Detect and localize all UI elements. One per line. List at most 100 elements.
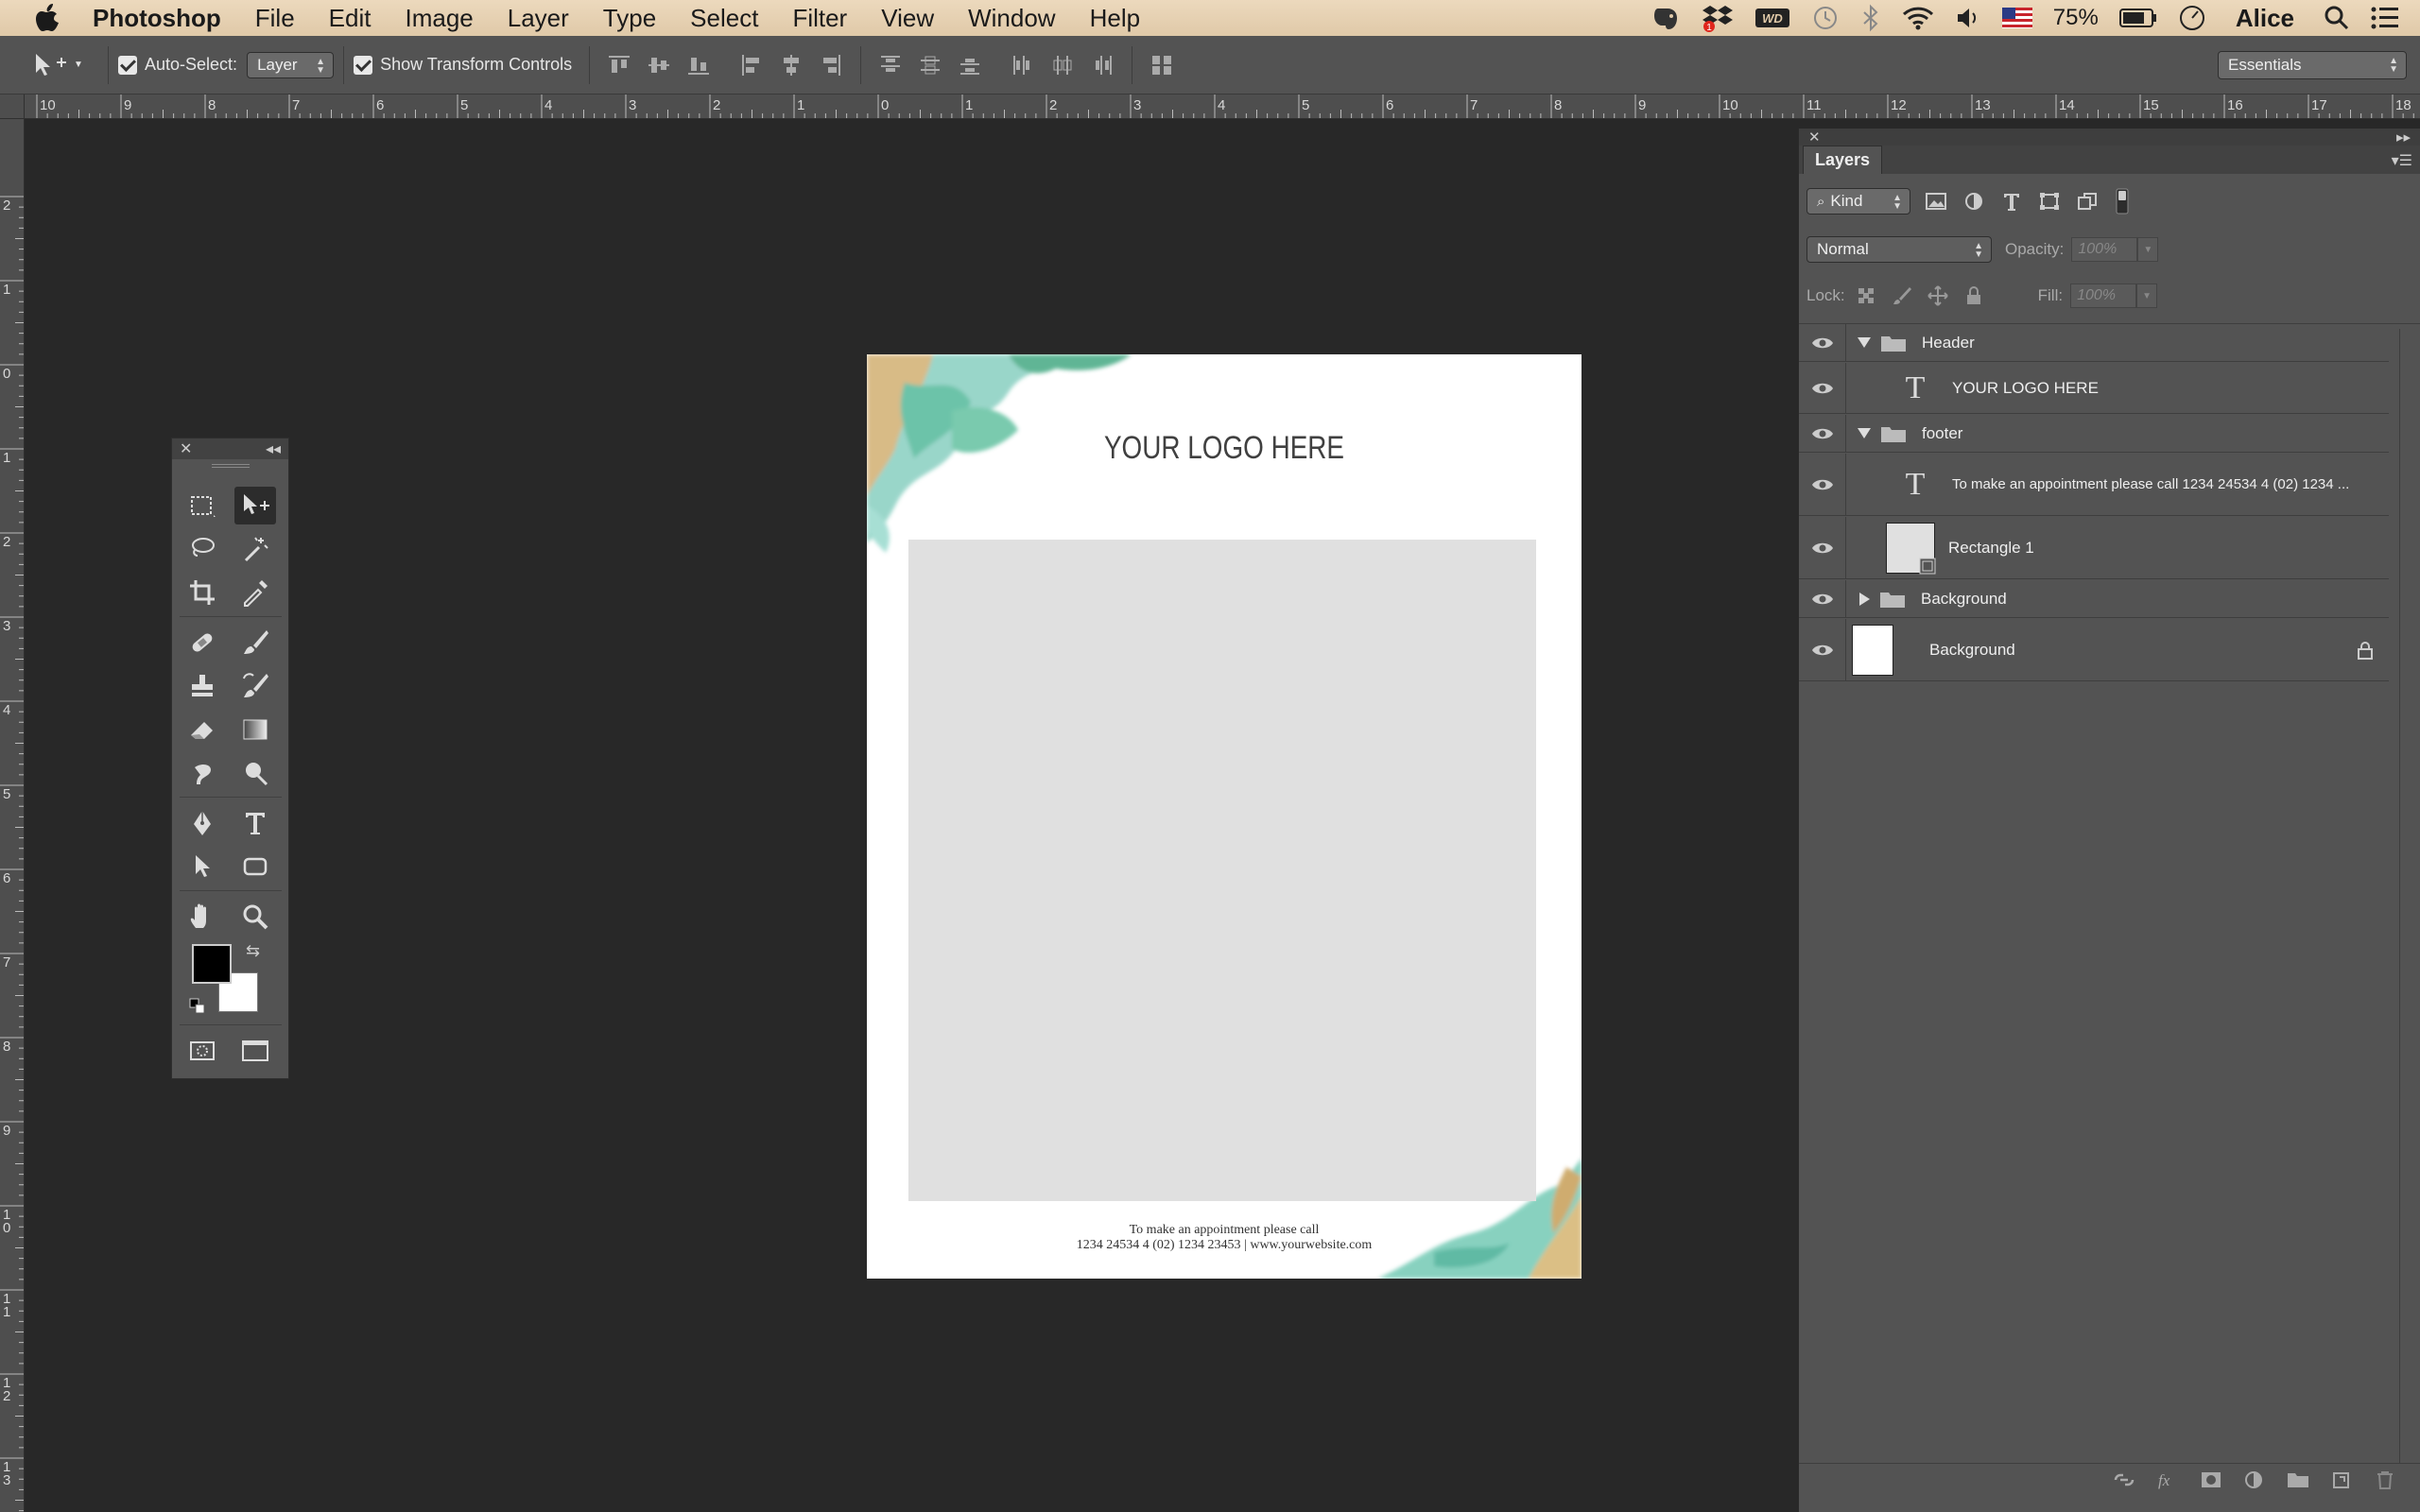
vertical-ruler[interactable]: 2 1 0 1 2 3 4 5 6 7 8 9 10 11 12 13 <box>0 119 25 1512</box>
layer-row-footer-group[interactable]: footer <box>1799 415 2389 453</box>
battery-percent[interactable]: 75% <box>2053 5 2099 31</box>
visibility-eye-icon[interactable] <box>1799 619 1846 680</box>
layer-row-background[interactable]: Background <box>1799 619 2389 681</box>
history-brush-tool[interactable] <box>234 667 276 705</box>
wd-drive-icon[interactable]: WD <box>1754 7 1790 29</box>
close-icon[interactable]: ✕ <box>180 439 192 458</box>
group-expand-chevron-icon[interactable] <box>1858 428 1871 438</box>
menu-type[interactable]: Type <box>603 4 656 33</box>
menu-layer[interactable]: Layer <box>508 4 569 33</box>
filter-shape-icon[interactable] <box>2037 190 2062 213</box>
ruler-origin[interactable] <box>0 94 25 119</box>
time-machine-icon[interactable] <box>1811 4 1840 32</box>
menu-select[interactable]: Select <box>690 4 758 33</box>
spotlight-search-icon[interactable] <box>2324 5 2350 31</box>
add-mask-icon[interactable] <box>2200 1469 2222 1490</box>
layer-style-fx-icon[interactable]: fx <box>2156 1469 2179 1490</box>
rectangular-marquee-tool[interactable] <box>182 487 223 524</box>
distribute-top-icon[interactable] <box>878 53 903 77</box>
menu-filter[interactable]: Filter <box>792 4 847 33</box>
lock-image-pixels-icon[interactable] <box>1891 284 1913 307</box>
distribute-right-icon[interactable] <box>1090 53 1115 77</box>
align-horizontal-centers-icon[interactable] <box>779 53 804 77</box>
visibility-eye-icon[interactable] <box>1799 415 1846 452</box>
panel-dock-header[interactable]: ✕ ▸▸ <box>1799 129 2420 146</box>
volume-icon[interactable] <box>1955 6 1981 30</box>
eyedropper-tool[interactable] <box>234 574 276 611</box>
apple-icon[interactable] <box>32 2 64 34</box>
layer-row-footer-text[interactable]: T To make an appointment please call 123… <box>1799 454 2389 516</box>
clock-icon[interactable] <box>2178 4 2206 32</box>
filter-adjustment-icon[interactable] <box>1962 190 1986 213</box>
lock-transparent-pixels-icon[interactable] <box>1855 284 1877 307</box>
battery-icon[interactable] <box>2118 8 2157 28</box>
zoom-tool[interactable] <box>234 898 276 936</box>
menu-help[interactable]: Help <box>1090 4 1140 33</box>
auto-select-checkbox[interactable] <box>118 55 137 75</box>
new-group-icon[interactable] <box>2287 1469 2309 1490</box>
fill-slider-toggle[interactable]: ▼ <box>2136 284 2158 308</box>
delete-layer-icon[interactable] <box>2374 1469 2396 1490</box>
user-name[interactable]: Alice <box>2236 4 2294 33</box>
visibility-eye-icon[interactable] <box>1799 454 1846 515</box>
default-colors-icon[interactable] <box>189 998 206 1015</box>
tools-panel-header[interactable]: ✕ ◂◂ <box>172 438 288 459</box>
opacity-field[interactable]: 100% <box>2071 237 2138 262</box>
distribute-horizontal-centers-icon[interactable] <box>1050 53 1075 77</box>
path-selection-tool[interactable] <box>182 848 223 885</box>
notification-center-icon[interactable] <box>2371 6 2399 30</box>
foreground-color-swatch-top[interactable] <box>192 944 232 984</box>
visibility-eye-icon[interactable] <box>1799 363 1846 413</box>
screen-mode-button[interactable] <box>234 1032 276 1070</box>
blend-mode-dropdown[interactable]: Normal ▲ ▼ <box>1806 236 1992 263</box>
rectangle-tool[interactable] <box>234 848 276 885</box>
smudge-tool[interactable] <box>182 754 223 792</box>
pen-tool[interactable] <box>182 804 223 842</box>
filter-kind-dropdown[interactable]: ⌕ Kind ▲ ▼ <box>1806 188 1910 215</box>
eraser-tool[interactable] <box>182 711 223 748</box>
filter-toggle-icon[interactable] <box>2113 187 2132 215</box>
fill-field[interactable]: 100% <box>2070 284 2137 308</box>
link-layers-icon[interactable] <box>2113 1469 2135 1490</box>
panel-menu-icon[interactable]: ▾☰ <box>2392 151 2412 170</box>
swap-colors-icon[interactable]: ⇆ <box>246 941 260 961</box>
tool-preset-picker[interactable]: ▼ <box>32 51 98 79</box>
hand-tool[interactable] <box>182 898 223 936</box>
workspace-dropdown[interactable]: Essentials ▲ ▼ <box>2218 50 2407 79</box>
move-tool[interactable] <box>234 487 276 524</box>
dropbox-icon[interactable]: 1 <box>1702 4 1734 32</box>
menu-view[interactable]: View <box>881 4 934 33</box>
layer-row-header-group[interactable]: Header <box>1799 324 2389 362</box>
group-expand-chevron-icon[interactable] <box>1858 337 1871 348</box>
wifi-icon[interactable] <box>1902 5 1934 31</box>
layer-row-rectangle[interactable]: Rectangle 1 <box>1799 517 2389 579</box>
brush-tool[interactable] <box>234 624 276 662</box>
auto-select-dropdown[interactable]: Layer ▲ ▼ <box>247 51 335 78</box>
align-bottom-edges-icon[interactable] <box>686 53 711 77</box>
lock-position-icon[interactable] <box>1927 284 1949 307</box>
distribute-bottom-icon[interactable] <box>958 53 982 77</box>
new-adjustment-layer-icon[interactable] <box>2243 1469 2266 1490</box>
visibility-eye-icon[interactable] <box>1799 517 1846 578</box>
menu-window[interactable]: Window <box>968 4 1055 33</box>
document-footer-line1[interactable]: To make an appointment please call <box>867 1222 1582 1238</box>
crop-tool[interactable] <box>182 574 223 611</box>
align-vertical-centers-icon[interactable] <box>647 53 671 77</box>
document-placeholder-rectangle[interactable] <box>908 540 1536 1201</box>
menu-image[interactable]: Image <box>405 4 473 33</box>
document-canvas[interactable]: YOUR LOGO HERE To make an appointment pl… <box>867 354 1582 1279</box>
menu-app-photoshop[interactable]: Photoshop <box>93 4 221 33</box>
align-top-edges-icon[interactable] <box>607 53 631 77</box>
align-left-edges-icon[interactable] <box>739 53 764 77</box>
dodge-tool[interactable] <box>234 754 276 792</box>
quick-mask-button[interactable] <box>182 1032 223 1070</box>
new-layer-icon[interactable] <box>2330 1469 2353 1490</box>
collapse-icon[interactable]: ◂◂ <box>266 439 281 458</box>
document-logo-text[interactable]: YOUR LOGO HERE <box>931 430 1517 467</box>
close-icon[interactable]: ✕ <box>1808 129 1821 146</box>
collapse-icon[interactable]: ▸▸ <box>2396 129 2411 146</box>
clone-stamp-tool[interactable] <box>182 667 223 705</box>
auto-align-layers-icon[interactable] <box>1150 53 1174 77</box>
menu-file[interactable]: File <box>255 4 295 33</box>
drag-handle[interactable] <box>172 459 288 472</box>
